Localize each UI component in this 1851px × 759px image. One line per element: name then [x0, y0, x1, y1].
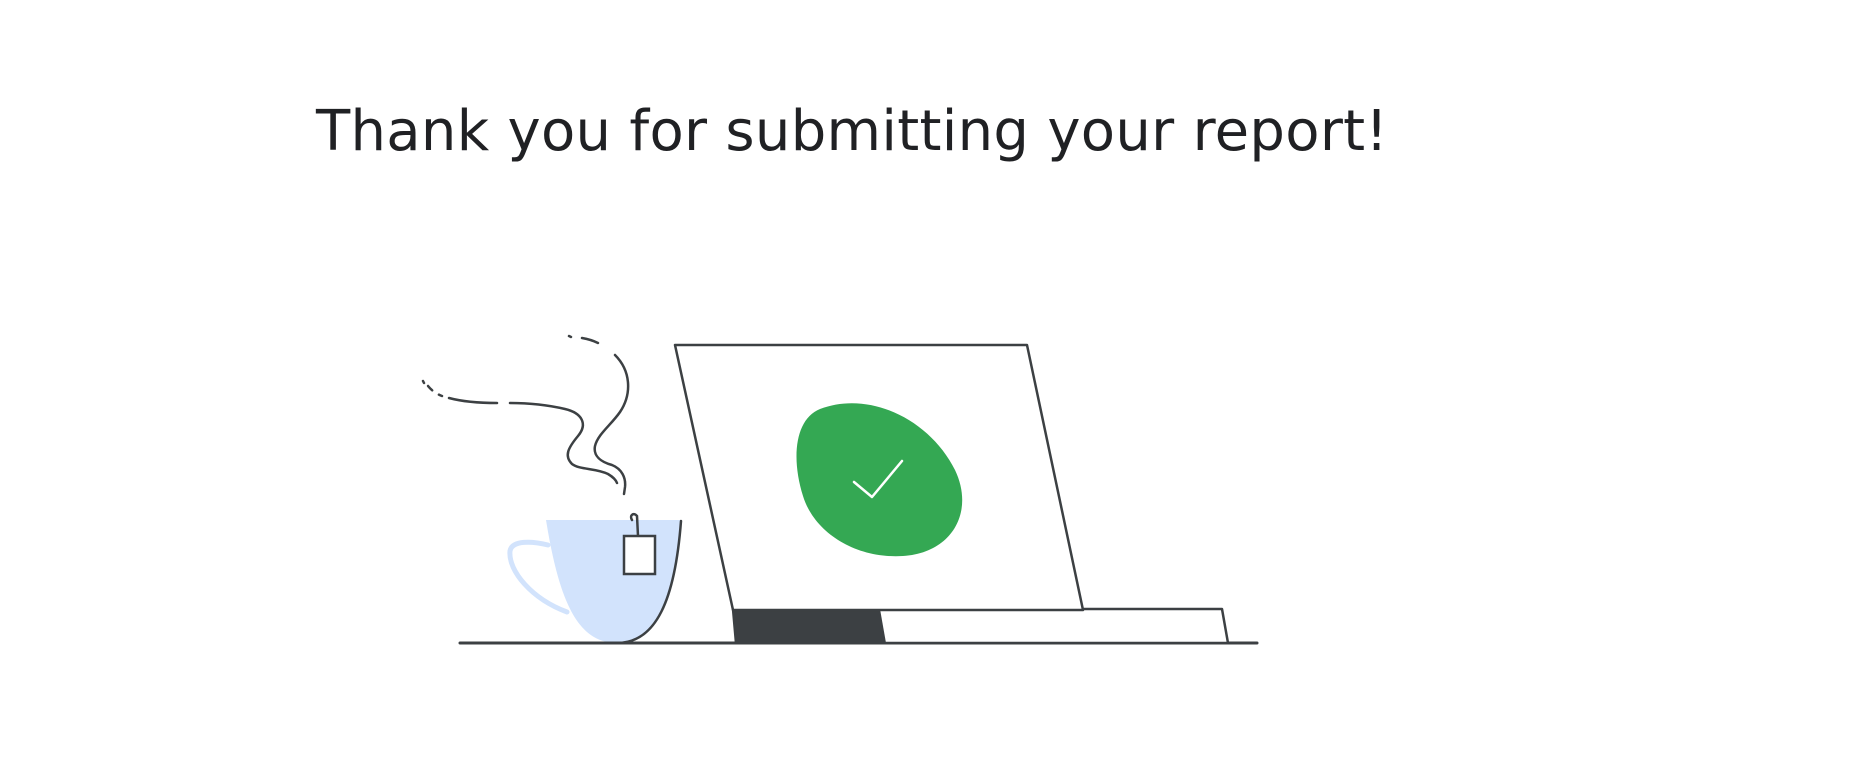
confirmation-page: Thank you for submitting your report!: [0, 0, 1851, 759]
tea-bag-tag: [622, 534, 657, 576]
steam-lines: [421, 334, 630, 496]
submission-success-illustration: [421, 334, 1259, 645]
laptop-base-dark-panel: [733, 609, 886, 643]
cup-body: [546, 520, 681, 643]
tea-cup: [507, 512, 683, 645]
